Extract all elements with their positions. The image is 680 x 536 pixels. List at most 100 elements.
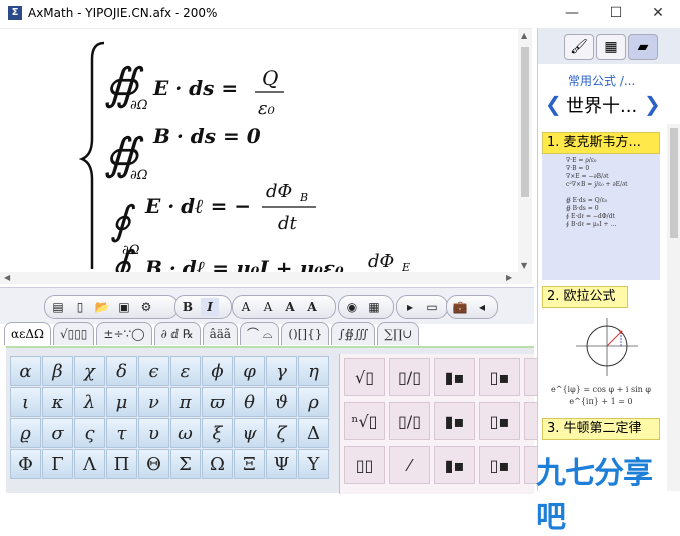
font-style-1-button[interactable]: A <box>237 298 255 316</box>
save-icon[interactable]: ▣ <box>115 298 133 316</box>
greek-symbol-button[interactable]: Ξ <box>234 449 265 479</box>
template-button[interactable]: ▯▪ <box>479 358 520 396</box>
greek-symbol-button[interactable]: λ <box>74 387 105 417</box>
font-style-3-button[interactable]: A <box>281 298 299 316</box>
brush-tab-icon[interactable]: 🖌 <box>564 34 594 60</box>
greek-symbol-button[interactable]: ϖ <box>202 387 233 417</box>
greek-symbol-button[interactable]: Φ <box>10 449 41 479</box>
greek-symbol-button[interactable]: ι <box>10 387 41 417</box>
tab-misc[interactable]: ∂ ⅆ ℞ <box>153 322 201 345</box>
scroll-right-icon[interactable]: ▶ <box>506 273 512 282</box>
greek-symbol-button[interactable]: ε <box>170 356 201 386</box>
greek-symbol-button[interactable]: α <box>10 356 41 386</box>
tab-radicals[interactable]: √▯▯▯ <box>52 322 95 345</box>
library-item-newton[interactable]: 3. 牛顿第二定律 <box>542 418 660 440</box>
template-button[interactable]: √▯ <box>344 358 385 396</box>
greek-symbol-button[interactable]: π <box>170 387 201 417</box>
template-button[interactable]: ▮▪ <box>434 446 475 484</box>
library-scrollbar[interactable] <box>667 124 680 491</box>
font-style-4-button[interactable]: A <box>303 298 321 316</box>
library-item-euler[interactable]: 2. 欧拉公式 <box>542 286 628 308</box>
greek-symbol-button[interactable]: Θ <box>138 449 169 479</box>
bold-button[interactable]: B <box>179 298 197 316</box>
template-button[interactable]: ▯▯ <box>344 446 385 484</box>
greek-symbol-button[interactable]: Λ <box>74 449 105 479</box>
greek-symbol-button[interactable]: β <box>42 356 73 386</box>
greek-symbol-button[interactable]: ϑ <box>266 387 297 417</box>
greek-symbol-button[interactable]: ν <box>138 387 169 417</box>
spacing-icon[interactable]: ▭ <box>423 298 441 316</box>
close-button[interactable]: ✕ <box>643 2 673 24</box>
tab-accents[interactable]: âäã <box>202 322 239 345</box>
font-style-2-button[interactable]: A <box>259 298 277 316</box>
tab-integrals[interactable]: ∫∯∭ <box>331 322 376 345</box>
tab-operators[interactable]: ±÷∵◯ <box>96 322 152 345</box>
greek-symbol-button[interactable]: ϱ <box>10 418 41 448</box>
greek-symbol-button[interactable]: ρ <box>298 387 329 417</box>
greek-symbol-button[interactable]: χ <box>74 356 105 386</box>
maximize-button[interactable]: ☐ <box>601 2 631 24</box>
greek-symbol-button[interactable]: Δ <box>298 418 329 448</box>
italic-button[interactable]: I <box>201 298 219 316</box>
euler-preview[interactable]: e^{iφ} = cos φ + i sin φ e^{iπ} + 1 = 0 <box>542 310 660 414</box>
tab-sums[interactable]: ∑∏∪ <box>377 322 420 345</box>
tab-arcs[interactable]: ⌒ ⌓ <box>240 322 280 345</box>
template-button[interactable]: ▮▪ <box>434 358 475 396</box>
color-wheel-icon[interactable]: ◉ <box>343 298 361 316</box>
maxwell-preview[interactable]: ∇·E = ρ/ε₀ ∇·B = 0 ∇×E = −∂B/∂t c²∇×B = j/ε… <box>542 154 660 280</box>
scrollbar-thumb[interactable] <box>521 47 529 197</box>
scroll-down-icon[interactable]: ▼ <box>521 261 527 270</box>
template-button[interactable]: ▯▪ <box>479 446 520 484</box>
editor-horizontal-scrollbar[interactable]: ◀ ▶ <box>0 272 532 284</box>
editor-vertical-scrollbar[interactable]: ▲ ▼ <box>518 29 532 275</box>
toolbox-icon[interactable]: 💼 <box>451 298 469 316</box>
template-button[interactable]: ▮▪ <box>434 402 475 440</box>
scroll-left-icon[interactable]: ◀ <box>4 273 10 282</box>
greek-symbol-button[interactable]: ϕ <box>202 356 233 386</box>
greek-symbol-button[interactable]: η <box>298 356 329 386</box>
greek-symbol-button[interactable]: Σ <box>170 449 201 479</box>
library-item-maxwell[interactable]: 1. 麦克斯韦方... <box>542 132 660 154</box>
play-arrow-icon[interactable]: ▸ <box>401 298 419 316</box>
scroll-up-icon[interactable]: ▲ <box>521 31 527 40</box>
template-button[interactable]: ▯/▯ <box>389 358 430 396</box>
greek-symbol-button[interactable]: ξ <box>202 418 233 448</box>
minimize-button[interactable]: — <box>557 2 587 24</box>
toolbox-arrow-icon[interactable]: ◂ <box>473 298 491 316</box>
open-folder-icon[interactable]: 📂 <box>93 298 111 316</box>
greek-symbol-button[interactable]: ω <box>170 418 201 448</box>
greek-symbol-button[interactable]: Γ <box>42 449 73 479</box>
template-button[interactable]: ⁄ <box>389 446 430 484</box>
library-scrollbar-thumb[interactable] <box>670 128 678 238</box>
greek-symbol-button[interactable]: Ψ <box>266 449 297 479</box>
greek-symbol-button[interactable]: δ <box>106 356 137 386</box>
new-file-icon[interactable]: ▯ <box>71 298 89 316</box>
book-tab-icon[interactable]: ▰ <box>628 34 658 60</box>
greek-symbol-button[interactable]: Υ <box>298 449 329 479</box>
greek-symbol-button[interactable]: σ <box>42 418 73 448</box>
template-button[interactable]: ▯▪ <box>479 402 520 440</box>
greek-symbol-button[interactable]: γ <box>266 356 297 386</box>
prev-category-icon[interactable]: ❮ <box>545 92 562 116</box>
greek-symbol-button[interactable]: υ <box>138 418 169 448</box>
next-category-icon[interactable]: ❯ <box>644 92 661 116</box>
greek-symbol-button[interactable]: Π <box>106 449 137 479</box>
color-grid-icon[interactable]: ▦ <box>365 298 383 316</box>
greek-symbol-button[interactable]: τ <box>106 418 137 448</box>
greek-symbol-button[interactable]: ϵ <box>138 356 169 386</box>
tab-brackets[interactable]: ()[]{} <box>281 322 330 345</box>
greek-symbol-button[interactable]: ς <box>74 418 105 448</box>
greek-symbol-button[interactable]: κ <box>42 387 73 417</box>
formula-editor[interactable]: ∯ ∂Ω E · ds = Q ε₀ ∯ ∂Ω B · ds = 0 ∮ ∂Ω … <box>0 28 532 275</box>
template-button[interactable]: ▯/▯ <box>389 402 430 440</box>
greek-symbol-button[interactable]: μ <box>106 387 137 417</box>
greek-symbol-button[interactable]: φ <box>234 356 265 386</box>
greek-symbol-button[interactable]: θ <box>234 387 265 417</box>
greek-symbol-button[interactable]: ζ <box>266 418 297 448</box>
breadcrumb[interactable]: 常用公式 /... <box>568 72 635 89</box>
page-menu-icon[interactable]: ▤ <box>49 298 67 316</box>
template-button[interactable]: ⁿ√▯ <box>344 402 385 440</box>
settings-gear-icon[interactable]: ⚙ <box>137 298 155 316</box>
color-palette-tab-icon[interactable]: ▦ <box>596 34 626 60</box>
greek-symbol-button[interactable]: ψ <box>234 418 265 448</box>
